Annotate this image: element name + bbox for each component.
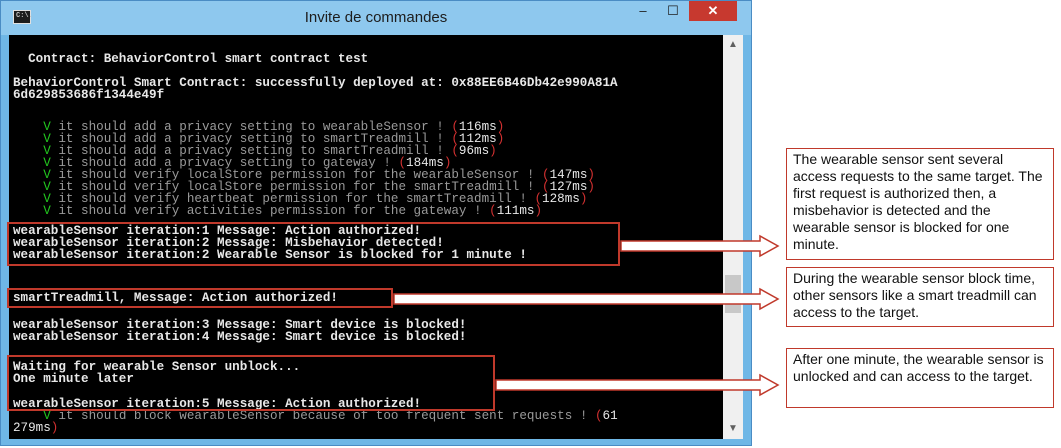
arrow-to-callout-3: [495, 373, 780, 397]
arrow-to-callout-1: [620, 234, 780, 258]
annotation-callout: The wearable sensor sent several access …: [786, 148, 1054, 260]
annotation-callout: After one minute, the wearable sensor is…: [786, 348, 1054, 408]
annotation-callout: During the wearable sensor block time, o…: [786, 267, 1054, 327]
arrow-to-callout-2: [393, 287, 780, 311]
